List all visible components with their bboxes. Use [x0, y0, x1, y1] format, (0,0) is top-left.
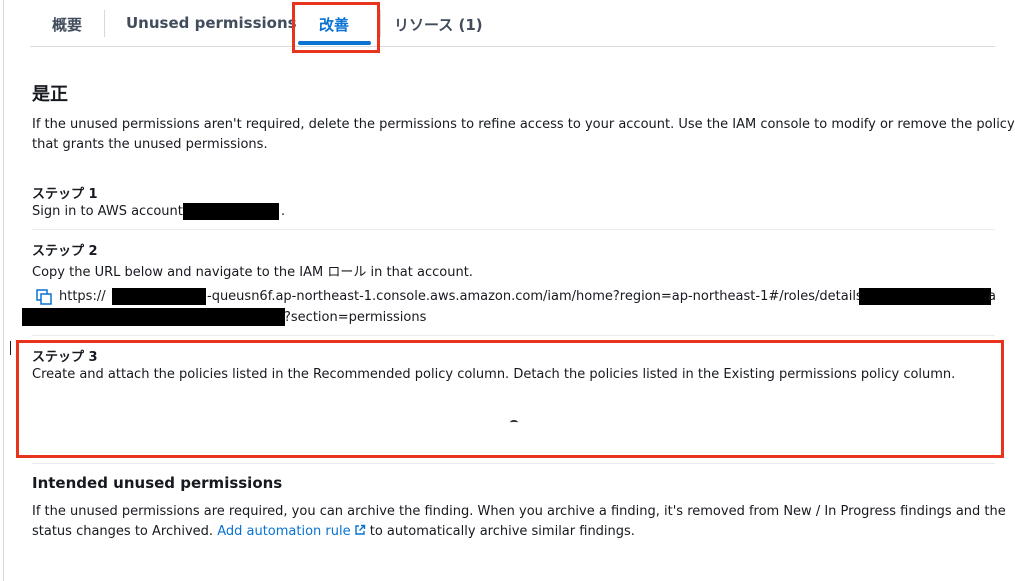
- url-suffix: ?section=permissions: [284, 310, 427, 325]
- tab-highlight-annotation: [292, 2, 380, 53]
- add-automation-rule-link[interactable]: Add automation rule: [217, 524, 365, 539]
- step1-label: Sign in to AWS account: [32, 204, 183, 219]
- intended-text-line1: If the unused permissions are required, …: [32, 504, 1006, 519]
- tab-resources[interactable]: リソース (1): [394, 14, 483, 35]
- intended-section-title: Intended unused permissions: [32, 474, 283, 492]
- intro-text-line1: If the unused permissions aren't require…: [32, 117, 1015, 132]
- step-divider: [32, 335, 995, 336]
- intended-text-before-link: status changes to Archived.: [32, 524, 214, 539]
- step1-text: Sign in to AWS account: [32, 204, 183, 219]
- intended-text-line2: status changes to Archived. Add automati…: [32, 522, 635, 542]
- section-divider: [32, 463, 995, 464]
- external-link-icon: [354, 524, 365, 535]
- step3-highlight-annotation: [16, 340, 1004, 458]
- tab-separator: [380, 10, 381, 37]
- panel-left-border: [3, 0, 4, 581]
- text-cursor: [10, 341, 11, 355]
- tab-bar: 概要 Unused permissions 改善 リソース (1): [30, 0, 995, 47]
- redacted-url-part: [112, 288, 206, 305]
- url-prefix: https://: [59, 289, 106, 304]
- step1-title: ステップ 1: [32, 187, 98, 202]
- tab-overview[interactable]: 概要: [52, 14, 82, 35]
- copy-icon[interactable]: [36, 289, 52, 305]
- tab-unused-permissions[interactable]: Unused permissions: [126, 14, 297, 32]
- step-divider: [32, 229, 995, 230]
- tab-separator: [104, 10, 105, 37]
- redacted-role-name-cont: [22, 308, 285, 326]
- intro-text-line2: that grants the unused permissions.: [32, 137, 268, 152]
- url-middle: -queusn6f.ap-northeast-1.console.aws.ama…: [207, 289, 868, 304]
- intended-text-after-link: to automatically archive similar finding…: [369, 524, 635, 539]
- redacted-role-name: [859, 288, 991, 305]
- redacted-account-id: [183, 203, 279, 220]
- step2-title: ステップ 2: [32, 244, 98, 259]
- add-automation-rule-label[interactable]: Add automation rule: [217, 524, 350, 539]
- step2-text: Copy the URL below and navigate to the I…: [32, 265, 473, 280]
- section-title: 是正: [32, 84, 68, 105]
- step1-suffix: .: [281, 204, 286, 219]
- url-tail-char: a: [988, 289, 996, 304]
